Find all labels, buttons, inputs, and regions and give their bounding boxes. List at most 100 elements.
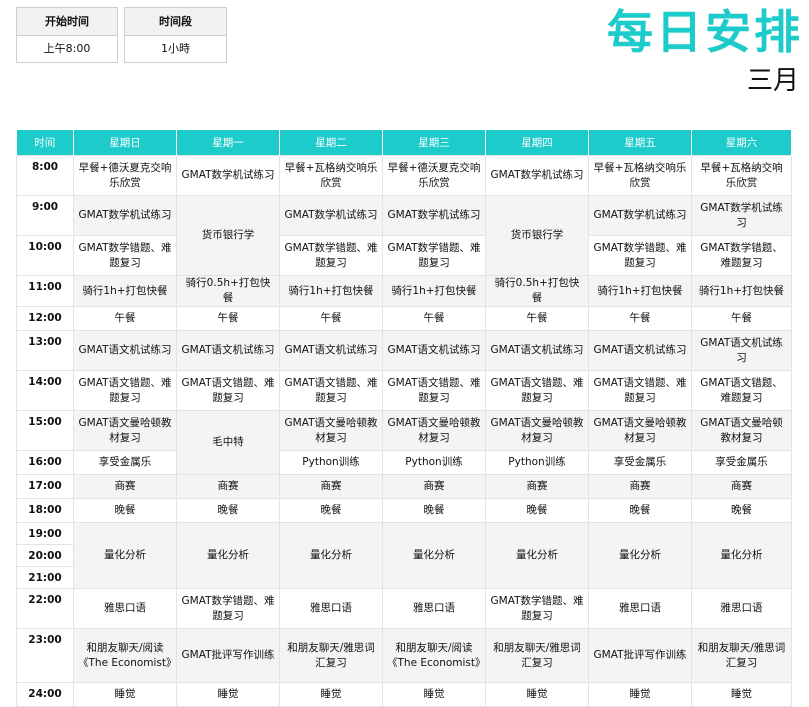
- schedule-cell[interactable]: GMAT语文曼哈顿教材复习: [382, 410, 486, 451]
- schedule-cell[interactable]: GMAT数学机试练习: [382, 195, 486, 236]
- schedule-cell[interactable]: GMAT语文错题、难题复习: [73, 370, 177, 411]
- schedule-cell[interactable]: 毛中特: [176, 410, 280, 475]
- schedule-cell[interactable]: 商赛: [382, 474, 486, 499]
- time-cell: 22:00: [16, 588, 74, 629]
- start-time-label: 开始时间: [17, 8, 117, 36]
- schedule-cell[interactable]: 商赛: [176, 474, 280, 499]
- schedule-cell[interactable]: 晚餐: [279, 498, 383, 523]
- schedule-cell[interactable]: 晚餐: [485, 498, 589, 523]
- schedule-cell[interactable]: 和朋友聊天/阅读《The Economist》: [382, 628, 486, 683]
- schedule-cell[interactable]: 早餐+德沃夏克交响乐欣赏: [73, 155, 177, 196]
- schedule-cell[interactable]: GMAT语文错题、难题复习: [176, 370, 280, 411]
- schedule-cell[interactable]: 货币银行学: [176, 195, 280, 276]
- schedule-cell[interactable]: 骑行1h+打包快餐: [279, 275, 383, 307]
- schedule-cell[interactable]: 量化分析: [279, 522, 383, 589]
- schedule-cell[interactable]: 雅思口语: [73, 588, 177, 629]
- schedule-cell[interactable]: GMAT数学机试练习: [279, 195, 383, 236]
- schedule-cell[interactable]: GMAT数学错题、难题复习: [279, 235, 383, 276]
- schedule-cell[interactable]: GMAT语文曼哈顿教材复习: [485, 410, 589, 451]
- schedule-cell[interactable]: GMAT数学错题、难题复习: [382, 235, 486, 276]
- schedule-cell[interactable]: GMAT数学机试练习: [73, 195, 177, 236]
- schedule-cell[interactable]: 雅思口语: [279, 588, 383, 629]
- schedule-cell[interactable]: 雅思口语: [588, 588, 692, 629]
- schedule-cell[interactable]: 量化分析: [176, 522, 280, 589]
- schedule-cell[interactable]: 和朋友聊天/雅思词汇复习: [279, 628, 383, 683]
- schedule-cell[interactable]: 晚餐: [73, 498, 177, 523]
- schedule-cell[interactable]: 和朋友聊天/阅读《The Economist》: [73, 628, 177, 683]
- schedule-cell[interactable]: 雅思口语: [691, 588, 792, 629]
- schedule-cell[interactable]: 商赛: [485, 474, 589, 499]
- schedule-cell[interactable]: GMAT数学机试练习: [176, 155, 280, 196]
- schedule-cell[interactable]: 和朋友聊天/雅思词汇复习: [691, 628, 792, 683]
- schedule-cell[interactable]: GMAT批评写作训练: [588, 628, 692, 683]
- schedule-cell[interactable]: 早餐+瓦格纳交响乐欣赏: [691, 155, 792, 196]
- schedule-cell[interactable]: 商赛: [588, 474, 692, 499]
- schedule-cell[interactable]: 午餐: [588, 306, 692, 331]
- schedule-cell[interactable]: GMAT语文曼哈顿教材复习: [279, 410, 383, 451]
- schedule-cell[interactable]: 晚餐: [382, 498, 486, 523]
- schedule-cell[interactable]: 午餐: [279, 306, 383, 331]
- schedule-cell[interactable]: 雅思口语: [382, 588, 486, 629]
- schedule-cell[interactable]: GMAT语文错题、难题复习: [279, 370, 383, 411]
- schedule-cell[interactable]: Python训练: [279, 450, 383, 475]
- schedule-cell[interactable]: 骑行1h+打包快餐: [588, 275, 692, 307]
- schedule-cell[interactable]: 骑行0.5h+打包快餐: [485, 275, 589, 307]
- schedule-cell[interactable]: GMAT数学机试练习: [485, 155, 589, 196]
- schedule-cell[interactable]: GMAT数学错题、难题复习: [73, 235, 177, 276]
- schedule-cell[interactable]: 商赛: [73, 474, 177, 499]
- schedule-cell[interactable]: 享受金属乐: [73, 450, 177, 475]
- schedule-cell[interactable]: 量化分析: [485, 522, 589, 589]
- schedule-cell[interactable]: GMAT语文曼哈顿教材复习: [73, 410, 177, 451]
- schedule-cell[interactable]: 晚餐: [176, 498, 280, 523]
- schedule-cell[interactable]: Python训练: [382, 450, 486, 475]
- schedule-cell[interactable]: GMAT语文机试练习: [176, 330, 280, 371]
- schedule-cell[interactable]: 骑行1h+打包快餐: [691, 275, 792, 307]
- schedule-cell[interactable]: GMAT语文错题、难题复习: [485, 370, 589, 411]
- schedule-cell[interactable]: 享受金属乐: [691, 450, 792, 475]
- schedule-cell[interactable]: GMAT语文错题、难题复习: [691, 370, 792, 411]
- schedule-cell[interactable]: 骑行1h+打包快餐: [73, 275, 177, 307]
- schedule-cell[interactable]: GMAT语文机试练习: [485, 330, 589, 371]
- schedule-cell[interactable]: GMAT语文错题、难题复习: [588, 370, 692, 411]
- schedule-cell[interactable]: 量化分析: [691, 522, 792, 589]
- schedule-cell[interactable]: 晚餐: [691, 498, 792, 523]
- schedule-cell[interactable]: GMAT数学错题、难题复习: [176, 588, 280, 629]
- schedule-table: 时间 星期日 星期一 星期二 星期三 星期四 星期五 星期六 8:00 早餐+德…: [16, 130, 792, 707]
- schedule-cell[interactable]: GMAT语文机试练习: [382, 330, 486, 371]
- schedule-cell[interactable]: 骑行1h+打包快餐: [382, 275, 486, 307]
- schedule-cell[interactable]: GMAT语文曼哈顿教材复习: [691, 410, 792, 451]
- start-time-value[interactable]: 上午8:00: [17, 36, 117, 62]
- schedule-cell[interactable]: 晚餐: [588, 498, 692, 523]
- schedule-cell[interactable]: GMAT语文机试练习: [588, 330, 692, 371]
- schedule-cell[interactable]: GMAT数学错题、难题复习: [485, 588, 589, 629]
- interval-value[interactable]: 1小時: [125, 36, 226, 62]
- schedule-cell[interactable]: GMAT语文机试练习: [691, 330, 792, 371]
- schedule-cell[interactable]: GMAT数学错题、难题复习: [691, 235, 792, 276]
- schedule-cell[interactable]: GMAT数学错题、难题复习: [588, 235, 692, 276]
- schedule-cell[interactable]: 午餐: [485, 306, 589, 331]
- schedule-cell[interactable]: 午餐: [691, 306, 792, 331]
- schedule-cell[interactable]: 商赛: [691, 474, 792, 499]
- schedule-cell[interactable]: 和朋友聊天/雅思词汇复习: [485, 628, 589, 683]
- schedule-cell[interactable]: 早餐+瓦格纳交响乐欣赏: [588, 155, 692, 196]
- schedule-cell[interactable]: 商赛: [279, 474, 383, 499]
- schedule-cell[interactable]: 享受金属乐: [588, 450, 692, 475]
- schedule-cell[interactable]: GMAT数学机试练习: [588, 195, 692, 236]
- schedule-cell[interactable]: GMAT语文机试练习: [279, 330, 383, 371]
- schedule-cell[interactable]: 午餐: [176, 306, 280, 331]
- schedule-cell[interactable]: GMAT语文错题、难题复习: [382, 370, 486, 411]
- schedule-cell[interactable]: GMAT语文曼哈顿教材复习: [588, 410, 692, 451]
- schedule-cell[interactable]: 量化分析: [73, 522, 177, 589]
- schedule-cell[interactable]: 早餐+德沃夏克交响乐欣赏: [382, 155, 486, 196]
- schedule-cell[interactable]: GMAT数学机试练习: [691, 195, 792, 236]
- schedule-cell[interactable]: GMAT语文机试练习: [73, 330, 177, 371]
- schedule-cell[interactable]: 午餐: [73, 306, 177, 331]
- schedule-cell[interactable]: 早餐+瓦格纳交响乐欣赏: [279, 155, 383, 196]
- schedule-cell[interactable]: 午餐: [382, 306, 486, 331]
- schedule-cell[interactable]: 货币银行学: [485, 195, 589, 276]
- schedule-cell[interactable]: GMAT批评写作训练: [176, 628, 280, 683]
- schedule-cell[interactable]: 骑行0.5h+打包快餐: [176, 275, 280, 307]
- schedule-cell[interactable]: 量化分析: [588, 522, 692, 589]
- schedule-cell[interactable]: 量化分析: [382, 522, 486, 589]
- schedule-cell[interactable]: Python训练: [485, 450, 589, 475]
